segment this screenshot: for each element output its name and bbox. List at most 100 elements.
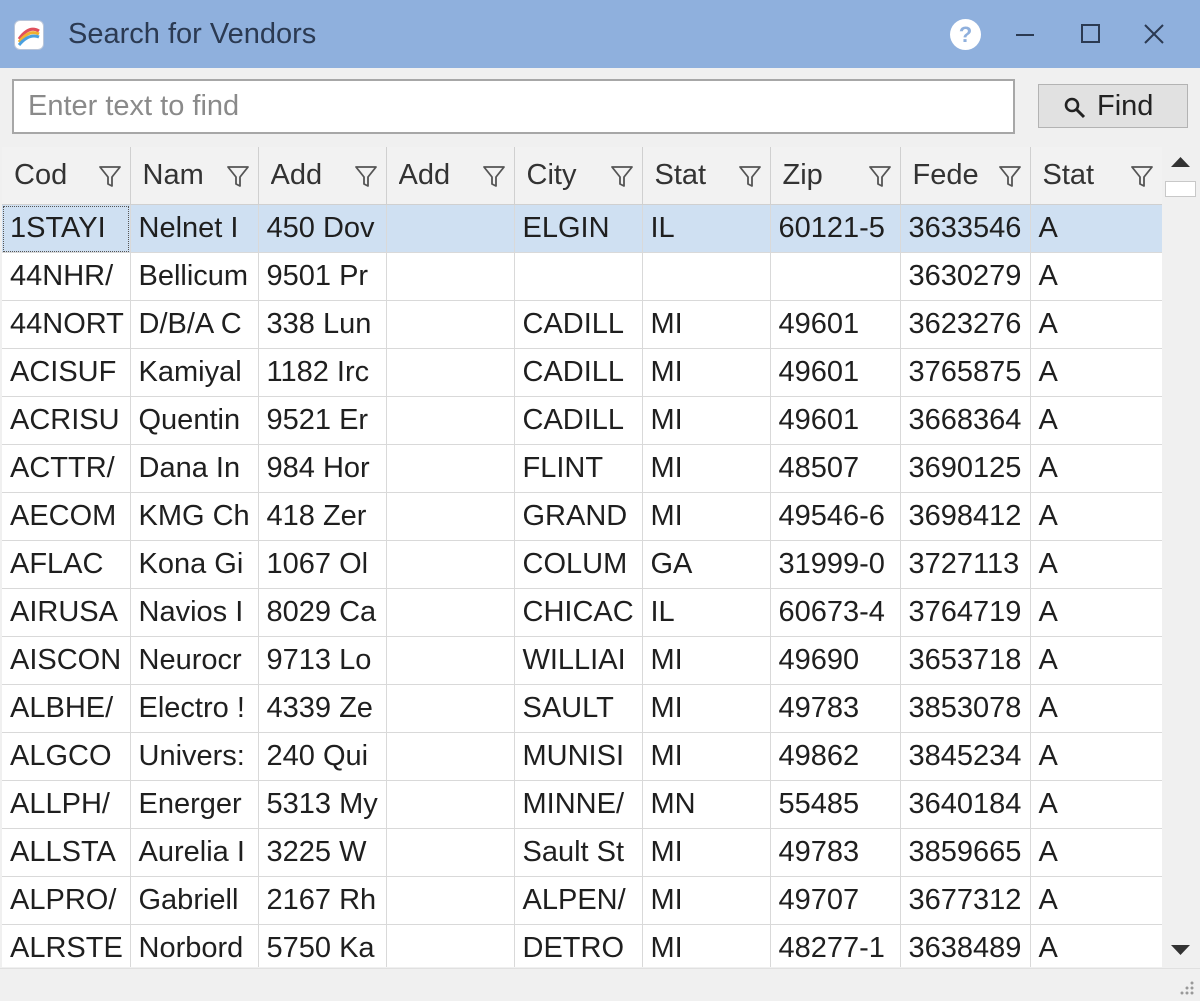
table-cell[interactable]: 3630279: [900, 252, 1031, 301]
table-cell[interactable]: [514, 252, 643, 301]
filter-icon[interactable]: [352, 162, 380, 190]
table-row[interactable]: AIRUSA Navios I 8029 Ca CHICAC IL 60673-4 3764…: [2, 588, 1162, 637]
table-cell[interactable]: CADILL: [514, 396, 643, 445]
table-cell[interactable]: MI: [642, 348, 771, 397]
table-cell[interactable]: [386, 780, 515, 829]
table-cell[interactable]: MI: [642, 444, 771, 493]
table-cell[interactable]: [770, 252, 901, 301]
table-cell[interactable]: 5750 Ka: [258, 924, 387, 967]
table-cell[interactable]: 3640184: [900, 780, 1031, 829]
table-cell[interactable]: 3653718: [900, 636, 1031, 685]
table-cell[interactable]: 5313 My: [258, 780, 387, 829]
table-cell[interactable]: ALRSTE: [2, 924, 131, 967]
table-cell[interactable]: 338 Lun: [258, 300, 387, 349]
column-header[interactable]: Fede: [900, 147, 1031, 205]
column-header[interactable]: Zip: [770, 147, 901, 205]
table-cell[interactable]: A: [1030, 732, 1162, 781]
table-cell[interactable]: [386, 924, 515, 967]
filter-icon[interactable]: [96, 162, 124, 190]
column-header[interactable]: Stat: [1030, 147, 1162, 205]
table-cell[interactable]: [386, 396, 515, 445]
table-cell[interactable]: 48277-1: [770, 924, 901, 967]
table-cell[interactable]: CADILL: [514, 348, 643, 397]
maximize-icon[interactable]: [1070, 14, 1110, 54]
table-cell[interactable]: 3764719: [900, 588, 1031, 637]
table-cell[interactable]: MI: [642, 876, 771, 925]
scroll-thumb[interactable]: [1165, 181, 1196, 197]
table-cell[interactable]: MI: [642, 732, 771, 781]
table-cell[interactable]: DETRO: [514, 924, 643, 967]
table-row[interactable]: 1STAYI Nelnet I 450 Dov ELGIN IL 60121-5 36335…: [2, 204, 1162, 253]
find-button[interactable]: Find: [1038, 84, 1188, 128]
table-cell[interactable]: MN: [642, 780, 771, 829]
table-cell[interactable]: [386, 732, 515, 781]
table-cell[interactable]: ALBHE/: [2, 684, 131, 733]
column-header[interactable]: Nam: [130, 147, 259, 205]
table-cell[interactable]: 984 Hor: [258, 444, 387, 493]
table-cell[interactable]: Electro !: [130, 684, 259, 733]
table-cell[interactable]: 44NHR/: [2, 252, 131, 301]
close-icon[interactable]: [1134, 14, 1174, 54]
table-row[interactable]: AISCON Neurocr 9713 Lo WILLIAI MI 49690 365371…: [2, 636, 1162, 685]
table-cell[interactable]: 8029 Ca: [258, 588, 387, 637]
table-cell[interactable]: SAULT: [514, 684, 643, 733]
table-cell[interactable]: A: [1030, 300, 1162, 349]
table-row[interactable]: ALPRO/Gabriell 2167 Rh ALPEN/MI 49707 367731…: [2, 876, 1162, 925]
table-cell[interactable]: Energer: [130, 780, 259, 829]
table-cell[interactable]: MI: [642, 924, 771, 967]
table-cell[interactable]: 9521 Er: [258, 396, 387, 445]
table-cell[interactable]: 49862: [770, 732, 901, 781]
column-header[interactable]: Stat: [642, 147, 771, 205]
table-cell[interactable]: 49601: [770, 348, 901, 397]
table-row[interactable]: ALRSTE Norbord 5750 Ka DETRO MI 48277-1 363848…: [2, 924, 1162, 967]
help-icon[interactable]: ?: [950, 19, 981, 50]
table-cell[interactable]: 49690: [770, 636, 901, 685]
table-cell[interactable]: CADILL: [514, 300, 643, 349]
table-cell[interactable]: 48507: [770, 444, 901, 493]
table-cell[interactable]: ALPEN/: [514, 876, 643, 925]
table-cell[interactable]: GA: [642, 540, 771, 589]
filter-icon[interactable]: [736, 162, 764, 190]
table-cell[interactable]: 3677312: [900, 876, 1031, 925]
title-bar[interactable]: Search for Vendors ?: [0, 0, 1200, 68]
table-cell[interactable]: 3668364: [900, 396, 1031, 445]
table-cell[interactable]: [386, 492, 515, 541]
table-cell[interactable]: 3690125: [900, 444, 1031, 493]
table-row[interactable]: ACRISU Quentin 9521 Er CADILL MI 49601 3668364…: [2, 396, 1162, 445]
table-cell[interactable]: 418 Zer: [258, 492, 387, 541]
table-cell[interactable]: AIRUSA: [2, 588, 131, 637]
table-cell[interactable]: 240 Qui: [258, 732, 387, 781]
table-cell[interactable]: A: [1030, 828, 1162, 877]
table-cell[interactable]: A: [1030, 204, 1162, 253]
table-cell[interactable]: A: [1030, 540, 1162, 589]
table-cell[interactable]: A: [1030, 684, 1162, 733]
column-header[interactable]: Add: [258, 147, 387, 205]
table-cell[interactable]: 44NORT: [2, 300, 131, 349]
resize-grip-icon[interactable]: [1176, 977, 1196, 997]
table-cell[interactable]: COLUM: [514, 540, 643, 589]
table-row[interactable]: ALBHE/Electro ! 4339 Ze SAULT MI 49783 385307…: [2, 684, 1162, 733]
table-cell[interactable]: FLINT: [514, 444, 643, 493]
table-cell[interactable]: ALPRO/: [2, 876, 131, 925]
table-row[interactable]: ALLSTA Aurelia I 3225 W Sault St MI 49783 3859…: [2, 828, 1162, 877]
table-cell[interactable]: ELGIN: [514, 204, 643, 253]
table-cell[interactable]: 3623276: [900, 300, 1031, 349]
table-cell[interactable]: A: [1030, 924, 1162, 967]
table-cell[interactable]: Sault St: [514, 828, 643, 877]
table-cell[interactable]: AFLAC: [2, 540, 131, 589]
table-cell[interactable]: 3225 W: [258, 828, 387, 877]
table-row[interactable]: 44NHR/Bellicum 9501 Pr 3630279 A: [2, 252, 1162, 301]
table-cell[interactable]: 49546-6: [770, 492, 901, 541]
table-cell[interactable]: ACTTR/: [2, 444, 131, 493]
filter-icon[interactable]: [480, 162, 508, 190]
table-cell[interactable]: [386, 348, 515, 397]
table-cell[interactable]: Univers:: [130, 732, 259, 781]
table-cell[interactable]: A: [1030, 444, 1162, 493]
table-cell[interactable]: AISCON: [2, 636, 131, 685]
table-cell[interactable]: 3853078: [900, 684, 1031, 733]
table-cell[interactable]: [386, 300, 515, 349]
table-row[interactable]: 44NORT D/B/A C 338 Lun CADILL MI 49601 3623276…: [2, 300, 1162, 349]
table-cell[interactable]: 3638489: [900, 924, 1031, 967]
table-cell[interactable]: 1182 Irc: [258, 348, 387, 397]
table-cell[interactable]: ALGCO: [2, 732, 131, 781]
